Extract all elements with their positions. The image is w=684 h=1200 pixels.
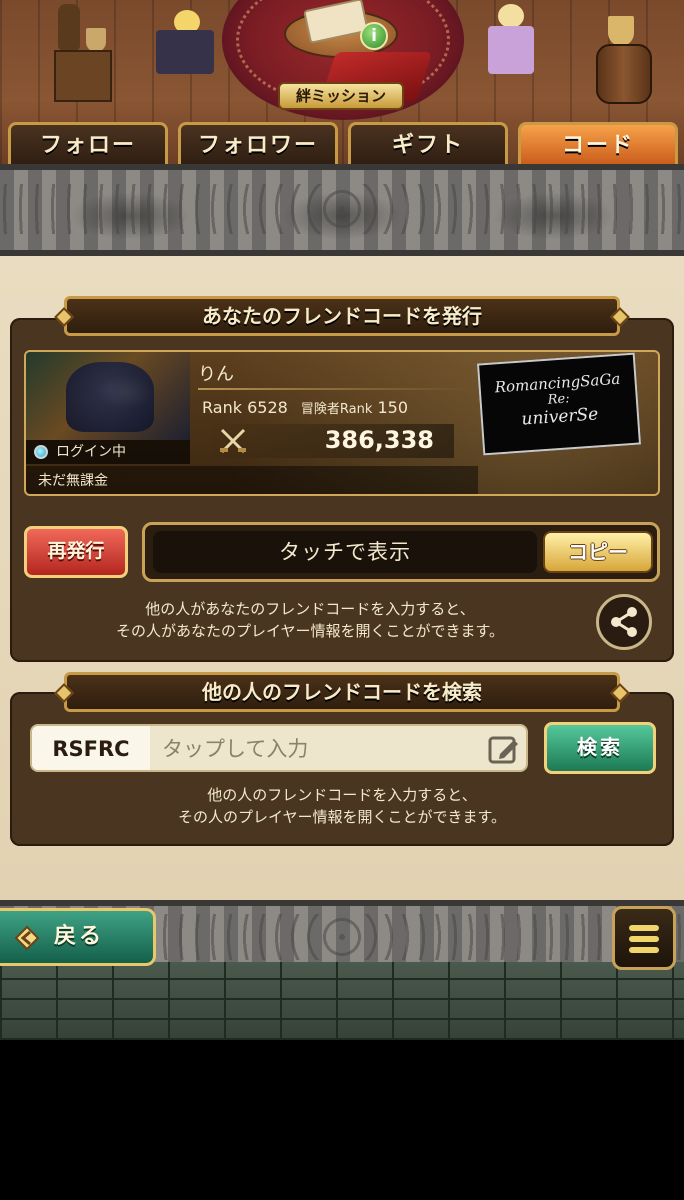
- stone-wall: [0, 962, 684, 1040]
- search-description-line2: その人のプレイヤー情報を開くことができます。: [177, 808, 507, 826]
- search-description: 他の人のフレンドコードを入力すると、 その人のプレイヤー情報を開くことができます…: [40, 784, 644, 828]
- crate-decoration: [54, 50, 112, 102]
- rank-info: Rank 6528 冒険者Rank 150: [202, 398, 408, 417]
- friend-code-display[interactable]: タッチで表示: [153, 531, 537, 573]
- friend-code-input[interactable]: [150, 726, 480, 770]
- search-button[interactable]: 検索: [544, 722, 656, 774]
- cup-decoration: [86, 28, 106, 52]
- player-name: りん: [198, 364, 234, 385]
- issue-description-line1: 他の人があなたのフレンドコードを入力すると、: [145, 600, 475, 618]
- edit-icon[interactable]: [488, 734, 520, 764]
- rank-label: Rank: [202, 398, 242, 417]
- spend-status: 未だ無課金: [26, 466, 478, 494]
- adventurer-rank-value: 150: [377, 398, 409, 417]
- search-code-header: 他の人のフレンドコードを検索: [54, 672, 630, 712]
- online-status-icon: [34, 445, 48, 459]
- issue-description-line2: その人があなたのプレイヤー情報を開くことができます。: [115, 622, 505, 640]
- issue-code-title: あなたのフレンドコードを発行: [202, 304, 482, 328]
- battle-power-value: 386,338: [324, 426, 434, 454]
- login-status: ログイン中: [26, 440, 190, 464]
- battle-power: 386,338: [206, 424, 454, 458]
- crossed-swords-icon: [220, 428, 246, 454]
- info-icon[interactable]: i: [360, 22, 388, 50]
- search-description-line1: 他の人のフレンドコードを入力すると、: [207, 786, 477, 804]
- share-icon: [611, 607, 637, 637]
- character-sprite-right[interactable]: [476, 0, 546, 80]
- friend-code-search-field: RSFRC: [30, 724, 528, 772]
- bottle-decoration: [58, 4, 80, 50]
- player-avatar: [26, 352, 190, 440]
- login-status-label: ログイン中: [56, 444, 126, 460]
- goblet-decoration: [608, 16, 634, 46]
- friend-tabs: フォロー フォロワー ギフト コード: [8, 122, 678, 166]
- issue-description: 他の人があなたのフレンドコードを入力すると、 その人があなたのプレイヤー情報を開…: [40, 598, 580, 642]
- tab-follow[interactable]: フォロー: [8, 122, 168, 166]
- search-code-title: 他の人のフレンドコードを検索: [202, 680, 482, 704]
- rank-value: 6528: [247, 398, 288, 417]
- adventurer-rank-label: 冒険者Rank: [300, 402, 373, 417]
- code-prefix: RSFRC: [32, 726, 150, 770]
- menu-button[interactable]: [612, 906, 676, 970]
- copy-button[interactable]: コピー: [543, 531, 653, 573]
- back-button[interactable]: 戻る: [0, 908, 156, 966]
- tab-gift[interactable]: ギフト: [348, 122, 508, 166]
- tab-followers[interactable]: フォロワー: [178, 122, 338, 166]
- game-logo: RomancingSaGa Re: univerSe: [476, 352, 642, 456]
- barrel-decoration: [596, 44, 652, 104]
- back-label: 戻る: [54, 924, 105, 949]
- share-button[interactable]: [596, 594, 652, 650]
- tab-code[interactable]: コード: [518, 122, 678, 166]
- mission-label[interactable]: 絆ミッション: [278, 82, 404, 110]
- ornament-band-top: [0, 164, 684, 256]
- issue-code-header: あなたのフレンドコードを発行: [54, 296, 630, 336]
- name-divider: [198, 388, 468, 390]
- back-arrow-icon: [14, 925, 40, 951]
- player-card[interactable]: ログイン中 未だ無課金 りん Rank 6528 冒険者Rank 150 386…: [24, 350, 660, 496]
- character-sprite-left[interactable]: [146, 4, 222, 82]
- friend-code-box: タッチで表示 コピー: [142, 522, 660, 582]
- reissue-button[interactable]: 再発行: [24, 526, 128, 578]
